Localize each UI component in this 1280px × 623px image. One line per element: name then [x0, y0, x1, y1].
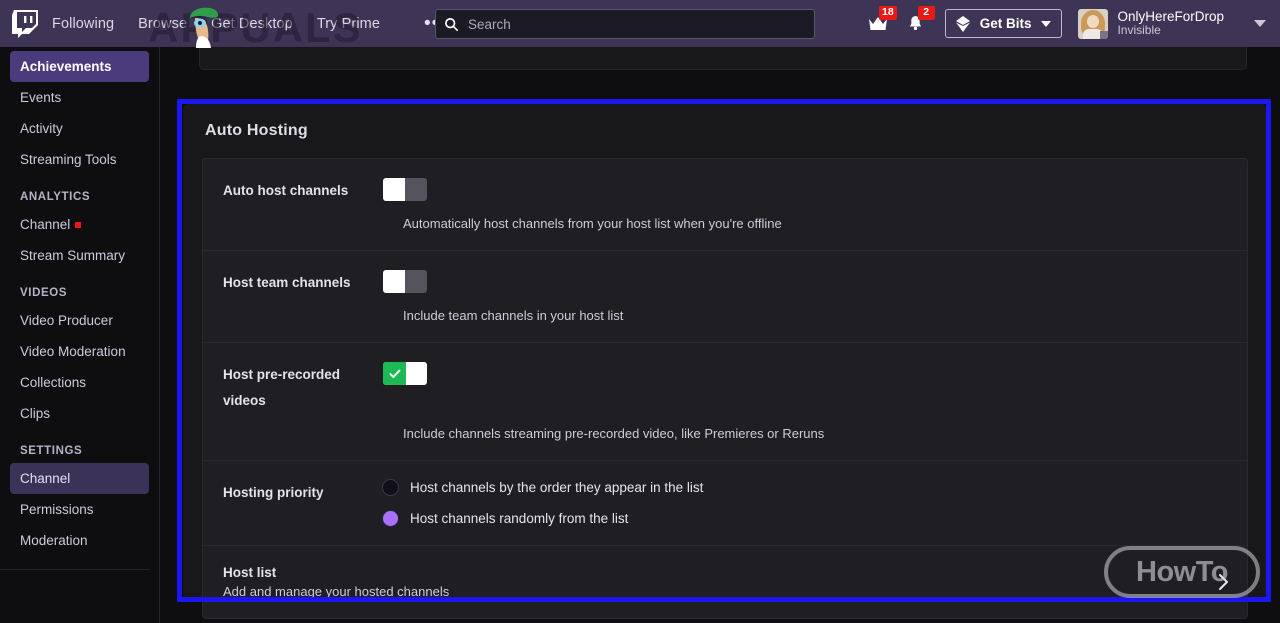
twitch-logo-icon[interactable] — [12, 9, 38, 38]
sidebar-item-label: Channel — [20, 217, 71, 232]
sidebar-item-activity[interactable]: Activity — [10, 113, 149, 144]
setting-description: Include team channels in your host list — [403, 308, 624, 323]
chevron-right-icon[interactable] — [1218, 573, 1229, 591]
nav-links: Following Browse Get Desktop Try Prime •… — [52, 14, 447, 33]
radio-button-icon[interactable] — [383, 480, 398, 495]
chevron-down-icon — [1041, 20, 1052, 27]
user-menu-chevron-down-icon[interactable] — [1254, 20, 1266, 27]
sidebar-section-videos: VIDEOS — [20, 287, 68, 299]
search-icon — [445, 17, 459, 31]
sidebar-divider — [0, 569, 149, 570]
sidebar-item-streaming-tools[interactable]: Streaming Tools — [10, 144, 149, 175]
host-pre-recorded-videos-toggle[interactable] — [383, 362, 427, 385]
setting-row-host-team-channels: Host team channels Include team channels… — [203, 251, 1247, 343]
setting-row-host-pre-recorded-videos: Host pre-recorded videos Include channel… — [203, 343, 1247, 461]
sidebar-item-label: Events — [20, 90, 62, 105]
user-text: OnlyHereForDrop Invisible — [1117, 9, 1224, 38]
radio-option-label: Host channels by the order they appear i… — [410, 480, 704, 495]
radio-option-order[interactable]: Host channels by the order they appear i… — [383, 480, 1247, 495]
setting-description: Automatically host channels from your ho… — [403, 216, 782, 231]
sidebar-item-label: Collections — [20, 375, 87, 390]
search-input[interactable] — [468, 16, 806, 32]
sidebar-item-permissions[interactable]: Permissions — [10, 494, 149, 525]
sidebar-section-settings: SETTINGS — [20, 445, 83, 457]
sidebar-section-analytics: ANALYTICS — [20, 191, 91, 203]
sidebar-item-label: Stream Summary — [20, 248, 126, 263]
nav-link-browse[interactable]: Browse — [138, 16, 187, 32]
sidebar-item-clips[interactable]: Clips — [10, 398, 149, 429]
get-bits-label: Get Bits — [979, 16, 1032, 31]
auto-hosting-card: Auto Hosting Auto host channels Automati… — [183, 104, 1267, 619]
sidebar-item-events[interactable]: Events — [10, 82, 149, 113]
sidebar-item-label: Video Producer — [20, 313, 113, 328]
crown-badge: 18 — [879, 5, 897, 20]
notifications-button[interactable]: 2 — [901, 5, 935, 39]
nav-link-following[interactable]: Following — [52, 16, 114, 32]
settings-sidebar: Achievements Events Activity Streaming T… — [0, 47, 160, 623]
toggle-knob — [383, 270, 405, 293]
host-list-row[interactable]: Host list Add and manage your hosted cha… — [203, 546, 1247, 618]
sidebar-item-channel-analytics[interactable]: Channel — [10, 209, 149, 240]
sidebar-item-label: Achievements — [20, 59, 112, 74]
sidebar-item-label: Moderation — [20, 533, 88, 548]
setting-label: Auto host channels — [223, 183, 349, 198]
sidebar-item-label: Streaming Tools — [20, 152, 117, 167]
user-status: Invisible — [1117, 23, 1161, 38]
sidebar-item-moderation[interactable]: Moderation — [10, 525, 149, 556]
check-icon — [389, 369, 400, 378]
user-name: OnlyHereForDrop — [1117, 8, 1224, 24]
setting-row-hosting-priority: Hosting priority Host channels by the or… — [203, 461, 1247, 546]
sidebar-item-label: Clips — [20, 406, 51, 421]
setting-label: Host team channels — [223, 275, 351, 290]
main-content: Auto Hosting Auto host channels Automati… — [161, 47, 1280, 623]
bits-diamond-icon — [955, 15, 970, 32]
sidebar-item-label: Video Moderation — [20, 344, 126, 359]
notifications-badge: 2 — [917, 5, 935, 20]
sidebar-item-stream-summary[interactable]: Stream Summary — [10, 240, 149, 271]
sidebar-item-channel-settings[interactable]: Channel — [10, 463, 149, 494]
nav-link-try-prime[interactable]: Try Prime — [317, 16, 380, 32]
sidebar-item-label: Activity — [20, 121, 63, 136]
new-indicator-dot-icon — [75, 221, 82, 228]
radio-button-selected-icon[interactable] — [383, 511, 398, 526]
app-screen: Following Browse Get Desktop Try Prime •… — [0, 0, 1280, 623]
setting-label: Host pre-recorded videos — [223, 367, 341, 408]
sidebar-item-video-producer[interactable]: Video Producer — [10, 305, 149, 336]
page-title: Auto Hosting — [205, 122, 308, 139]
toggle-knob — [383, 178, 405, 201]
get-bits-button[interactable]: Get Bits — [944, 9, 1063, 38]
nav-link-get-desktop[interactable]: Get Desktop — [211, 16, 293, 32]
setting-label: Hosting priority — [223, 485, 324, 500]
sidebar-item-label: Permissions — [20, 502, 94, 517]
radio-option-random[interactable]: Host channels randomly from the list — [383, 511, 1247, 526]
setting-row-auto-host-channels: Auto host channels Automatically host ch… — [203, 159, 1247, 251]
search-bar[interactable] — [435, 9, 815, 39]
sidebar-item-collections[interactable]: Collections — [10, 367, 149, 398]
sidebar-item-video-moderation[interactable]: Video Moderation — [10, 336, 149, 367]
prime-crown-button[interactable]: 18 — [863, 5, 897, 39]
host-list-subtitle: Add and manage your hosted channels — [223, 584, 450, 599]
auto-hosting-panel: Auto host channels Automatically host ch… — [202, 158, 1248, 619]
sidebar-item-label: Channel — [20, 471, 71, 486]
top-navigation-bar: Following Browse Get Desktop Try Prime •… — [0, 0, 1280, 47]
auto-host-channels-toggle[interactable] — [383, 178, 427, 201]
toggle-on-segment — [383, 362, 406, 385]
user-menu[interactable]: OnlyHereForDrop Invisible — [1078, 8, 1224, 39]
nav-right-cluster: 18 2 Get Bits OnlyHereForDrop Invisible — [863, 0, 1280, 47]
previous-settings-card-partial — [199, 47, 1247, 70]
host-team-channels-toggle[interactable] — [383, 270, 427, 293]
host-list-title: Host list — [223, 565, 277, 580]
radio-option-label: Host channels randomly from the list — [410, 511, 629, 526]
avatar — [1078, 8, 1109, 39]
sidebar-item-achievements[interactable]: Achievements — [10, 51, 149, 82]
setting-description: Include channels streaming pre-recorded … — [403, 426, 825, 441]
